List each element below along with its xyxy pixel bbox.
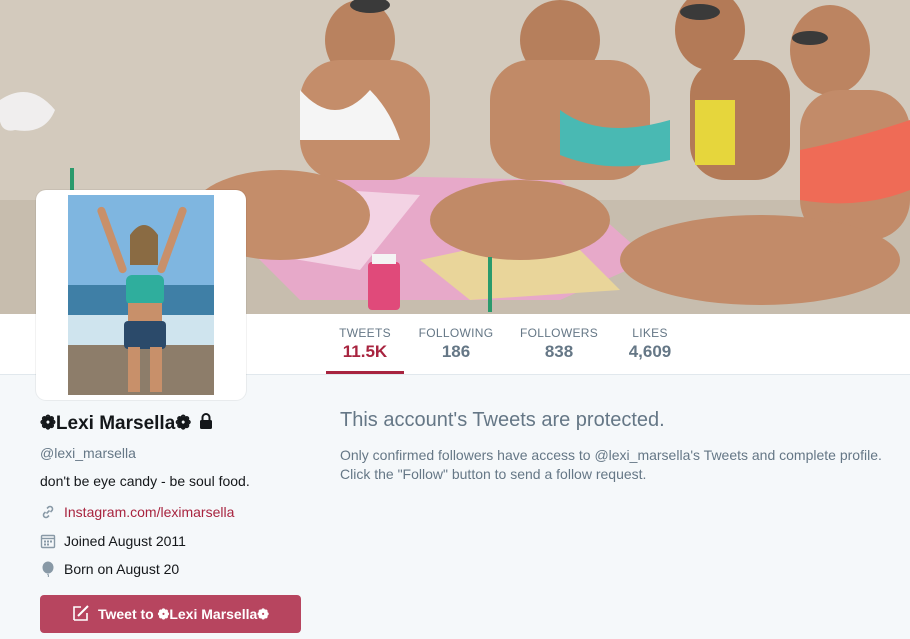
nav-likes-label: LIKES <box>632 326 668 340</box>
protected-title: This account's Tweets are protected. <box>340 409 665 431</box>
profile-website-link[interactable]: Instagram.com/leximarsella <box>64 504 234 520</box>
nav-following[interactable]: FOLLOWING 186 <box>416 314 496 374</box>
compose-icon <box>72 604 90 625</box>
nav-tweets[interactable]: TWEETS 11.5K <box>326 314 404 374</box>
profile-bio: don't be eye candy - be soul food. <box>40 473 250 489</box>
nav-following-label: FOLLOWING <box>418 326 494 340</box>
link-icon <box>40 504 56 520</box>
avatar[interactable] <box>36 190 246 400</box>
calendar-icon <box>40 533 56 549</box>
balloon-icon <box>40 561 56 577</box>
nav-tweets-label: TWEETS <box>339 326 391 340</box>
nav-likes-value: 4,609 <box>628 342 672 361</box>
tweet-to-button[interactable]: Tweet to ❁Lexi Marsella❁ <box>40 595 301 633</box>
profile-born: Born on August 20 <box>64 561 180 577</box>
profile-born-row: Born on August 20 <box>40 561 179 577</box>
nav-tweets-value: 11.5K <box>342 342 388 361</box>
protected-line-2: Click the "Follow" button to send a foll… <box>340 466 647 482</box>
nav-followers-value: 838 <box>544 342 574 361</box>
nav-likes[interactable]: LIKES 4,609 <box>620 314 680 374</box>
nav-followers-label: FOLLOWERS <box>519 326 599 340</box>
lock-icon <box>199 412 213 435</box>
nav-following-value: 186 <box>441 342 471 361</box>
protected-message: Only confirmed followers have access to … <box>340 446 900 484</box>
profile-name-text: ❁Lexi Marsella❁ <box>40 413 192 434</box>
profile-handle[interactable]: @lexi_marsella <box>40 445 136 461</box>
tweet-to-label: Tweet to ❁Lexi Marsella❁ <box>97 605 270 622</box>
nav-followers[interactable]: FOLLOWERS 838 <box>518 314 600 374</box>
profile-name[interactable]: ❁Lexi Marsella❁ <box>40 412 213 435</box>
profile-joined: Joined August 2011 <box>64 533 186 549</box>
profile-link-row: Instagram.com/leximarsella <box>40 504 234 520</box>
avatar-image <box>68 195 214 395</box>
profile-joined-row: Joined August 2011 <box>40 533 186 549</box>
protected-line-1: Only confirmed followers have access to … <box>340 447 882 463</box>
